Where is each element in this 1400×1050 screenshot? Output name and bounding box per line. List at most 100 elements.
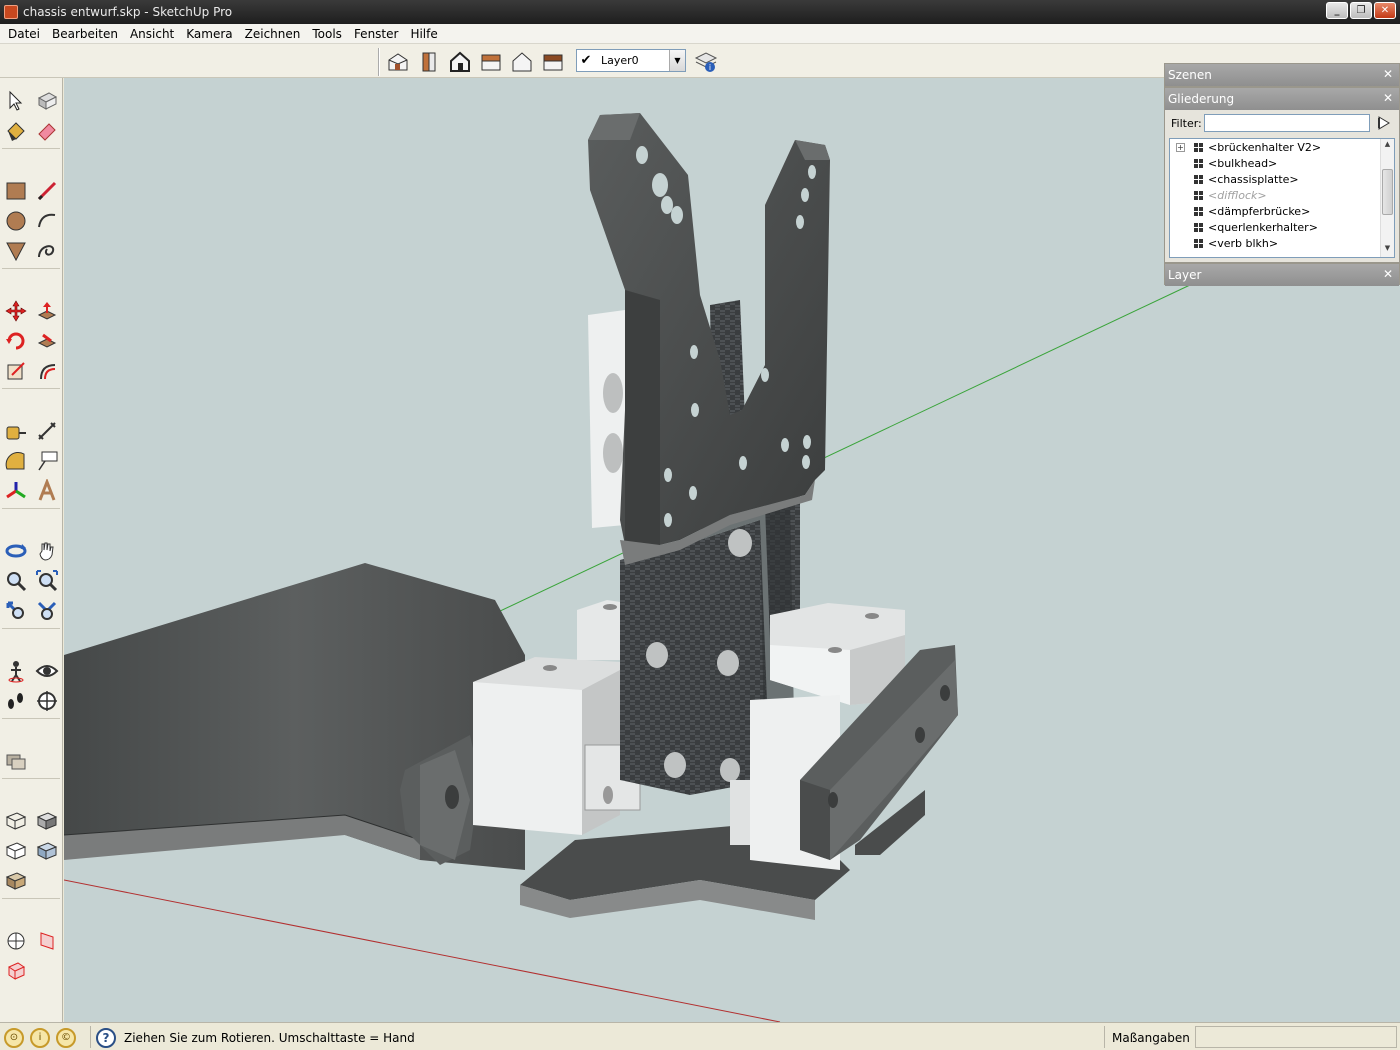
close-button[interactable]: ✕ [1374, 2, 1396, 19]
wireframe-icon[interactable] [31, 806, 62, 836]
orbit-tool-icon[interactable] [0, 536, 31, 566]
move-tool-icon[interactable] [0, 296, 31, 326]
rotate-tool-icon[interactable] [0, 326, 31, 356]
select-tool-icon[interactable] [0, 86, 31, 116]
window-title: chassis entwurf.skp - SketchUp Pro [23, 5, 233, 19]
zoom-window-icon[interactable] [31, 566, 62, 596]
empty-slot [31, 746, 62, 776]
shaded-icon[interactable] [31, 836, 62, 866]
section-plane-icon[interactable] [31, 686, 62, 716]
scenes-panel-title: Szenen [1168, 68, 1212, 82]
outliner-tree: + <brückenhalter V2> <bulkhead> <chassis… [1169, 138, 1395, 258]
3d-text-icon[interactable] [31, 476, 62, 506]
scroll-thumb[interactable] [1382, 169, 1393, 215]
arc-tool-icon[interactable] [31, 206, 62, 236]
close-icon[interactable]: ✕ [1383, 267, 1393, 281]
restore-button[interactable]: ❐ [1350, 2, 1372, 19]
left-view-icon[interactable] [539, 48, 567, 75]
filter-input[interactable] [1203, 114, 1370, 132]
circle-tool-icon[interactable] [0, 206, 31, 236]
shaded-textures-icon[interactable] [0, 866, 31, 896]
menu-bearbeiten[interactable]: Bearbeiten [46, 27, 124, 41]
layer-dropdown[interactable]: ✔ Layer0 ▼ [576, 49, 686, 72]
minimize-button[interactable]: _ [1326, 2, 1348, 19]
line-tool-icon[interactable] [31, 176, 62, 206]
chevron-down-icon[interactable]: ▼ [669, 50, 685, 71]
outliner-panel-header[interactable]: Gliederung ✕ [1165, 88, 1399, 110]
outliner-scrollbar[interactable]: ▲ ▼ [1380, 139, 1394, 257]
x-ray-icon[interactable] [0, 806, 31, 836]
tree-item[interactable]: <difflock> [1170, 187, 1394, 203]
outliner-details-icon[interactable] [1376, 115, 1392, 131]
measurements-input[interactable] [1195, 1026, 1397, 1048]
status-hint: Ziehen Sie zum Rotieren. Umschalttaste =… [124, 1031, 415, 1045]
measurements-label: Maßangaben [1112, 1031, 1190, 1045]
follow-me-icon[interactable] [31, 326, 62, 356]
layer-panel: Layer ✕ [1164, 263, 1400, 286]
tree-item[interactable]: <dämpferbrücke> [1170, 203, 1394, 219]
scroll-up-icon[interactable]: ▲ [1382, 140, 1393, 152]
sketchup-app-icon [4, 5, 18, 19]
previous-view-icon[interactable] [31, 596, 62, 626]
component-icon [1194, 190, 1203, 200]
position-camera-icon[interactable] [0, 656, 31, 686]
eraser-icon[interactable] [31, 116, 62, 146]
component-icon [1194, 158, 1203, 168]
credits-icon[interactable]: i [30, 1028, 50, 1048]
pan-tool-icon[interactable] [31, 536, 62, 566]
iso-view-icon[interactable] [384, 48, 412, 75]
look-around-icon[interactable] [31, 656, 62, 686]
paint-bucket-icon[interactable] [0, 116, 31, 146]
tape-measure-icon[interactable] [0, 416, 31, 446]
push-pull-icon[interactable] [31, 296, 62, 326]
tree-item[interactable]: + <brückenhalter V2> [1170, 139, 1394, 155]
scroll-down-icon[interactable]: ▼ [1382, 244, 1393, 256]
component-icon[interactable] [0, 746, 31, 776]
help-icon[interactable]: ? [96, 1028, 116, 1048]
menu-fenster[interactable]: Fenster [348, 27, 405, 41]
offset-tool-icon[interactable] [31, 356, 62, 386]
zoom-tool-icon[interactable] [0, 566, 31, 596]
menu-kamera[interactable]: Kamera [180, 27, 238, 41]
hidden-line-icon[interactable] [0, 836, 31, 866]
component-icon [1194, 238, 1203, 248]
layer-panel-title: Layer [1168, 268, 1202, 282]
menu-hilfe[interactable]: Hilfe [404, 27, 443, 41]
top-view-icon[interactable] [415, 48, 443, 75]
section-fill-icon[interactable] [0, 956, 31, 986]
section-display-icon[interactable] [0, 926, 31, 956]
tree-item[interactable]: <querlenkerhalter> [1170, 219, 1394, 235]
menu-zeichnen[interactable]: Zeichnen [239, 27, 307, 41]
section-cut-icon[interactable] [31, 926, 62, 956]
polygon-tool-icon[interactable] [0, 236, 31, 266]
freehand-tool-icon[interactable] [31, 236, 62, 266]
layer-manager-icon[interactable]: i [692, 48, 720, 75]
menu-ansicht[interactable]: Ansicht [124, 27, 180, 41]
close-icon[interactable]: ✕ [1383, 91, 1393, 105]
right-view-icon[interactable] [477, 48, 505, 75]
menu-tools[interactable]: Tools [306, 27, 348, 41]
protractor-icon[interactable] [0, 446, 31, 476]
front-view-icon[interactable] [446, 48, 474, 75]
layer-panel-header[interactable]: Layer ✕ [1165, 264, 1399, 286]
rectangle-tool-icon[interactable] [0, 176, 31, 206]
copyright-icon[interactable]: © [56, 1028, 76, 1048]
scale-tool-icon[interactable] [0, 356, 31, 386]
walk-tool-icon[interactable] [0, 686, 31, 716]
dimension-tool-icon[interactable] [31, 416, 62, 446]
tree-item[interactable]: <bulkhead> [1170, 155, 1394, 171]
geo-location-icon[interactable]: ⊙ [4, 1028, 24, 1048]
axes-tool-icon[interactable] [0, 476, 31, 506]
tree-item[interactable]: <verb blkh> [1170, 235, 1394, 251]
left-toolbar [0, 78, 63, 1022]
text-tool-icon[interactable] [31, 446, 62, 476]
menu-datei[interactable]: Datei [2, 27, 46, 41]
zoom-extents-icon[interactable] [0, 596, 31, 626]
layer-dropdown-value: Layer0 [601, 54, 639, 67]
back-view-icon[interactable] [508, 48, 536, 75]
expand-icon[interactable]: + [1176, 142, 1185, 152]
make-component-icon[interactable] [31, 86, 62, 116]
tree-item[interactable]: <chassisplatte> [1170, 171, 1394, 187]
scenes-panel-header[interactable]: Szenen ✕ [1165, 64, 1399, 86]
close-icon[interactable]: ✕ [1383, 67, 1393, 81]
